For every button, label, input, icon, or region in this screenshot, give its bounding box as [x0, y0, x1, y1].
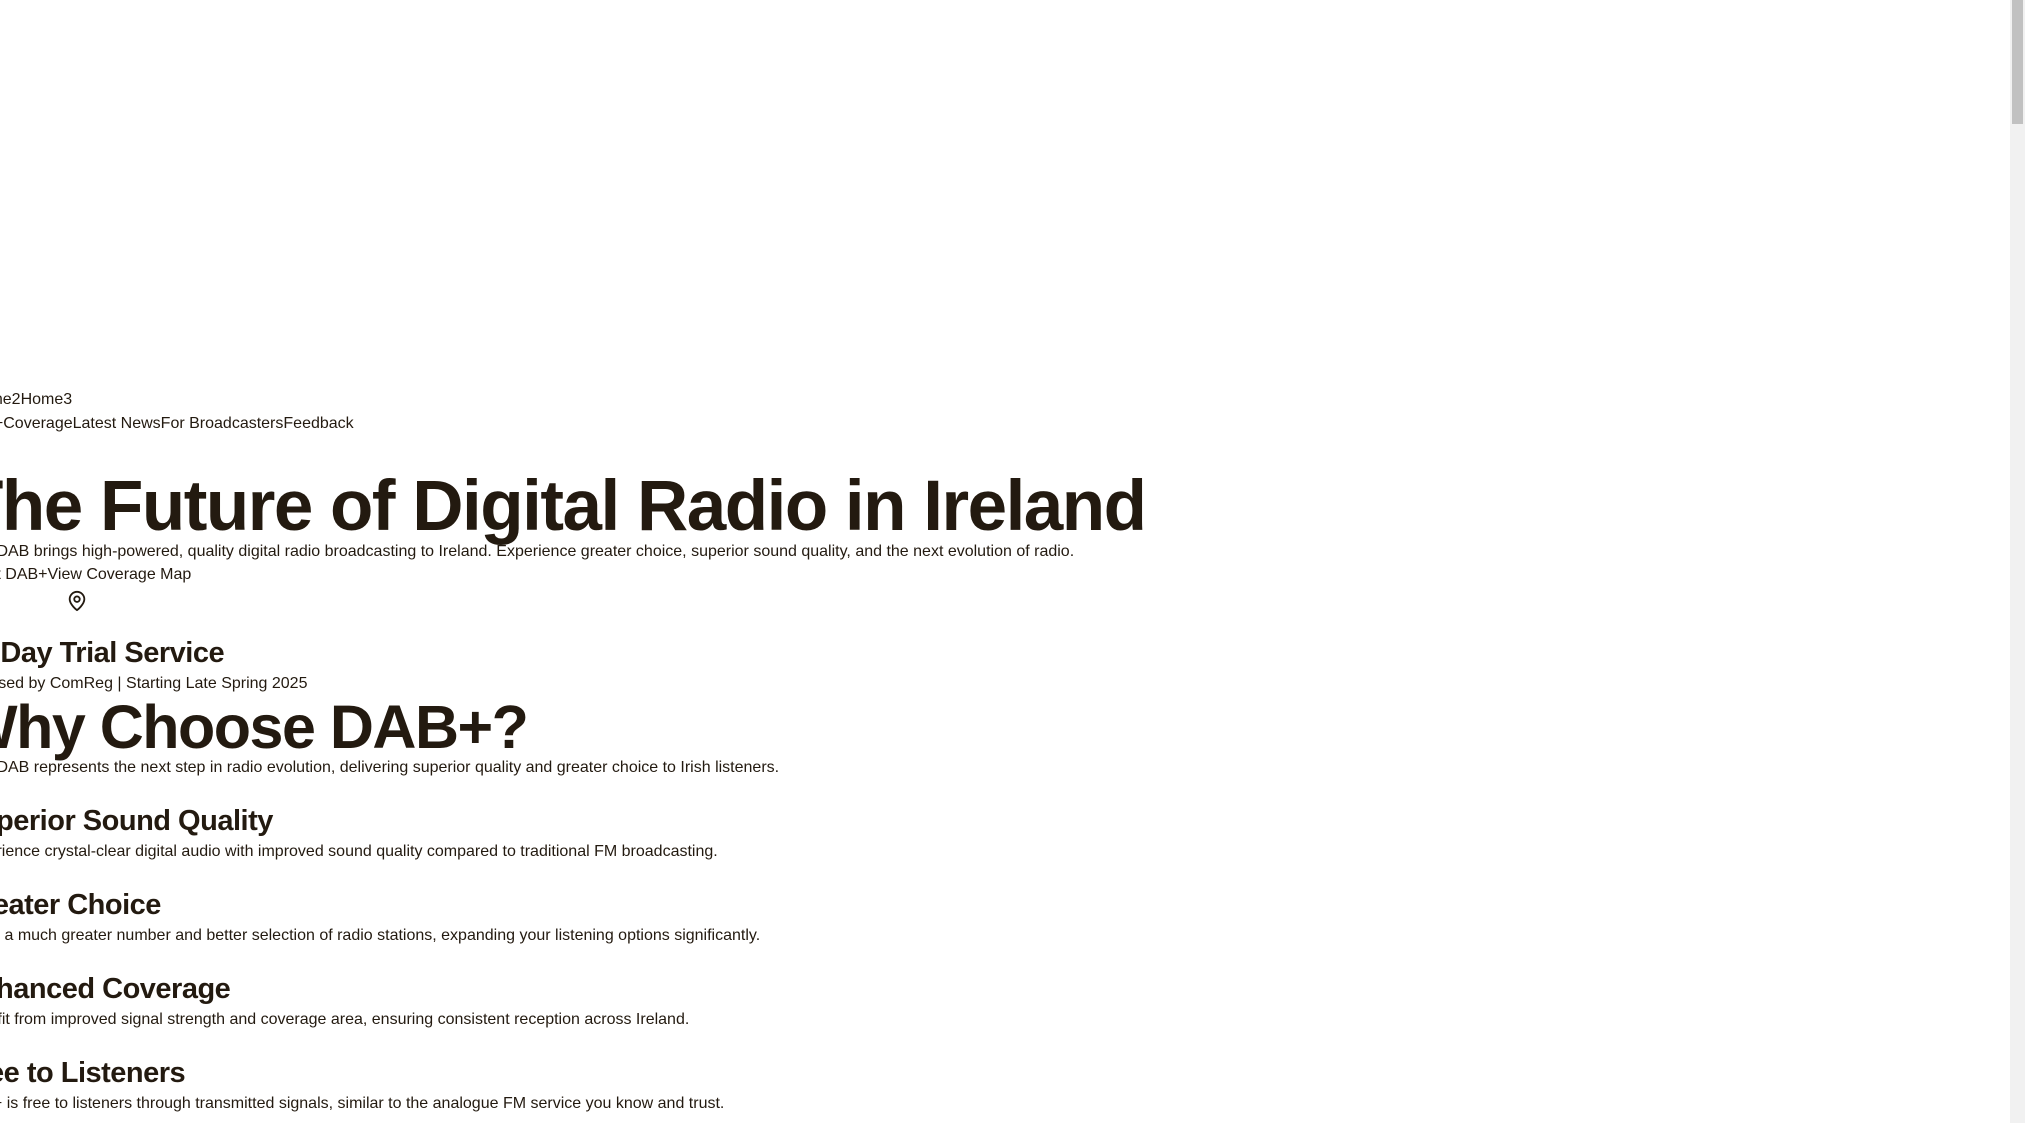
trial-title: 60-Day Trial Service	[0, 637, 225, 669]
feature-title: Free to Listeners	[0, 1057, 186, 1089]
vertical-scrollbar[interactable]	[2010, 0, 2025, 1123]
main-nav-item-news[interactable]: Latest News	[73, 415, 161, 433]
feature-desc: Enjoy a much greater number and better s…	[0, 927, 761, 944]
top-nav-item-home3[interactable]: Home3	[21, 391, 73, 409]
feature-title: Superior Sound Quality	[0, 805, 273, 837]
about-dab-link[interactable]: About DAB+	[0, 566, 48, 584]
feature-desc: Benefit from improved signal strength an…	[0, 1011, 690, 1028]
feature-title: Greater Choice	[0, 889, 161, 921]
why-subtitle: 2RN DAB represents the next step in radi…	[0, 759, 780, 776]
trial-meta: Licensed by ComReg | Starting Late Sprin…	[0, 675, 308, 692]
top-nav-item-home2[interactable]: Home2	[0, 391, 21, 409]
feature-title: Enhanced Coverage	[0, 973, 231, 1005]
page-viewport: Home2 Home3 DAB+Coverage Latest News For…	[0, 0, 2025, 1123]
hero-title: The Future of Digital Radio in Ireland	[0, 467, 1147, 546]
feature-desc: DAB+ is free to listeners through transm…	[0, 1095, 725, 1112]
main-nav: DAB+Coverage Latest News For Broadcaster…	[0, 415, 354, 433]
scrollbar-thumb[interactable]	[2012, 0, 2023, 124]
main-nav-item-broadcasters[interactable]: For Broadcasters	[161, 415, 284, 433]
map-pin-icon	[66, 589, 88, 618]
hero-subtitle: 2RN DAB brings high-powered, quality dig…	[0, 543, 1075, 560]
hero-cta-row: About DAB+ View Coverage Map	[0, 566, 191, 584]
main-nav-item-feedback[interactable]: Feedback	[283, 415, 353, 433]
top-nav: Home2 Home3	[0, 391, 72, 409]
feature-desc: Experience crystal-clear digital audio w…	[0, 843, 718, 860]
view-coverage-map-link[interactable]: View Coverage Map	[48, 566, 192, 584]
main-nav-item-coverage[interactable]: DAB+Coverage	[0, 415, 73, 433]
why-title: Why Choose DAB+?	[0, 693, 529, 761]
